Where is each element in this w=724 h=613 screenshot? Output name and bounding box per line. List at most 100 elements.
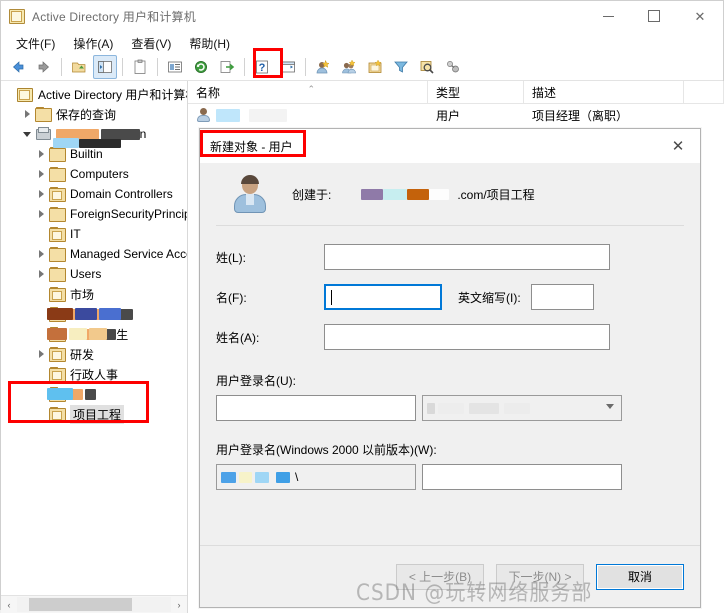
dialog-title: 新建对象 - 用户 — [210, 139, 293, 154]
show-hide-tree-icon[interactable] — [93, 55, 117, 79]
first-name-row: 名(F): 英文缩写(I): — [216, 284, 684, 310]
tree-item-行政人事[interactable]: 行政人事 — [1, 364, 187, 384]
tree-horizontal-scrollbar[interactable]: ‹ › — [1, 595, 187, 613]
tree-item-root[interactable]: Active Directory 用户和计算机 — [1, 84, 187, 104]
tree-item-Domain Controllers[interactable]: Domain Controllers — [1, 184, 187, 204]
up-folder-icon[interactable] — [67, 55, 91, 79]
toolbar-separator — [244, 58, 245, 76]
expander-icon[interactable] — [19, 106, 35, 122]
menu-action[interactable]: 操作(A) — [64, 33, 122, 54]
scroll-thumb[interactable] — [29, 598, 132, 611]
help-icon[interactable]: ? — [250, 55, 274, 79]
sam-input[interactable] — [422, 464, 622, 490]
list-body[interactable]: 用户 项目经理（离职） — [188, 104, 724, 126]
list-view-icon[interactable] — [163, 55, 187, 79]
tree-item-redacted-10[interactable] — [1, 304, 187, 324]
tree-item-Managed Service Acco[interactable]: Managed Service Acco — [1, 244, 187, 264]
tree-item-Users[interactable]: Users — [1, 264, 187, 284]
redacted-username — [216, 108, 240, 122]
cell-description: 项目经理（离职） — [532, 108, 629, 123]
maximize-button[interactable] — [631, 1, 677, 31]
menu-view[interactable]: 查看(V) — [122, 33, 180, 54]
svg-text:?: ? — [259, 62, 266, 74]
console-tree-icon[interactable] — [276, 55, 300, 79]
back-button[interactable]: < 上一步(B) — [396, 563, 484, 590]
expander-icon[interactable] — [33, 186, 49, 202]
tree-item-项目工程[interactable]: 项目工程 — [1, 404, 187, 424]
expander-icon[interactable] — [33, 346, 49, 362]
tree-item-label: 研发 — [70, 347, 95, 362]
full-name-label: 姓名(A): — [216, 330, 260, 345]
filter-icon[interactable] — [389, 55, 413, 79]
find-icon[interactable] — [415, 55, 439, 79]
expander-icon[interactable] — [19, 126, 35, 142]
last-name-input[interactable] — [324, 244, 610, 270]
back-icon[interactable] — [6, 55, 30, 79]
ou-folder-icon — [49, 287, 66, 302]
table-row[interactable]: 用户 项目经理（离职） — [188, 104, 724, 126]
new-ou-icon[interactable] — [363, 55, 387, 79]
new-group-icon[interactable] — [337, 55, 361, 79]
tree-item-IT[interactable]: IT — [1, 224, 187, 244]
menu-help[interactable]: 帮助(H) — [180, 33, 239, 54]
expander-icon[interactable] — [33, 206, 49, 222]
expander-icon[interactable] — [33, 146, 49, 162]
tree-item-label: Managed Service Acco — [70, 247, 187, 261]
user-icon — [196, 107, 211, 123]
chevron-down-icon — [606, 404, 614, 409]
console-icon — [9, 8, 25, 24]
list-column-header-类型[interactable]: 类型 — [428, 81, 524, 103]
domain-icon — [35, 127, 51, 141]
cancel-button[interactable]: 取消 — [596, 563, 684, 590]
expander-icon[interactable] — [33, 286, 49, 302]
redaction-patch — [47, 388, 73, 400]
close-button[interactable]: ✕ — [677, 1, 723, 31]
full-name-input[interactable] — [324, 324, 610, 350]
cell-name — [188, 107, 428, 123]
tree-item-ForeignSecurityPrincipa[interactable]: ForeignSecurityPrincipa — [1, 204, 187, 224]
expander-icon[interactable] — [33, 166, 49, 182]
tree-item-研发[interactable]: 研发 — [1, 344, 187, 364]
new-user-icon[interactable] — [311, 55, 335, 79]
list-column-header-描述[interactable]: 描述 — [524, 81, 684, 103]
initials-input[interactable] — [530, 284, 594, 310]
minimize-button[interactable] — [585, 1, 631, 31]
menu-file[interactable]: 文件(F) — [7, 33, 64, 54]
sam-prefix-slash: \ — [295, 470, 299, 484]
redacted-netbios — [239, 471, 252, 483]
tree-item-redacted-14[interactable] — [1, 384, 187, 404]
first-name-input[interactable] — [324, 284, 442, 310]
properties-icon[interactable] — [128, 55, 152, 79]
expander-icon[interactable] — [33, 226, 49, 242]
tree-item-Builtin[interactable]: Builtin — [1, 138, 187, 164]
column-label: 名称 — [196, 85, 221, 100]
advanced-icon[interactable] — [441, 55, 465, 79]
expander-icon[interactable] — [33, 246, 49, 262]
next-button[interactable]: 下一步(N) > — [496, 563, 584, 590]
expander-icon[interactable] — [33, 406, 49, 422]
list-column-header-blank[interactable] — [684, 81, 724, 103]
expander-icon[interactable] — [33, 366, 49, 382]
upn-label: 用户登录名(U): — [216, 374, 296, 388]
forward-icon[interactable] — [32, 55, 56, 79]
toolbar-separator — [61, 58, 62, 76]
expander[interactable] — [1, 86, 17, 102]
toolbar: ? — [1, 54, 723, 81]
tree-item-保存的查询[interactable]: 保存的查询 — [1, 104, 187, 124]
console-tree[interactable]: Active Directory 用户和计算机 保存的查询 n Builtin Comp… — [1, 81, 187, 595]
folder-icon — [49, 267, 66, 282]
upn-row — [216, 395, 684, 421]
menubar: 文件(F) 操作(A) 查看(V) 帮助(H) — [1, 32, 723, 54]
list-column-header-名称[interactable]: 名称 ⌃ — [188, 81, 428, 103]
redaction-patch — [47, 328, 67, 340]
refresh-icon[interactable] — [189, 55, 213, 79]
upn-input[interactable] — [216, 395, 416, 421]
upn-domain-select[interactable] — [422, 395, 622, 421]
tree-item-生[interactable]: 生 — [1, 324, 187, 344]
export-icon[interactable] — [215, 55, 239, 79]
new-object-user-dialog: 新建对象 - 用户 ✕ 创建于: .com/项目工程 姓(L): 名(F): 英… — [199, 128, 701, 608]
tree-item-市场[interactable]: 市场 — [1, 284, 187, 304]
tree-item-Computers[interactable]: Computers — [1, 164, 187, 184]
dialog-close-button[interactable]: ✕ — [656, 129, 700, 163]
expander-icon[interactable] — [33, 266, 49, 282]
